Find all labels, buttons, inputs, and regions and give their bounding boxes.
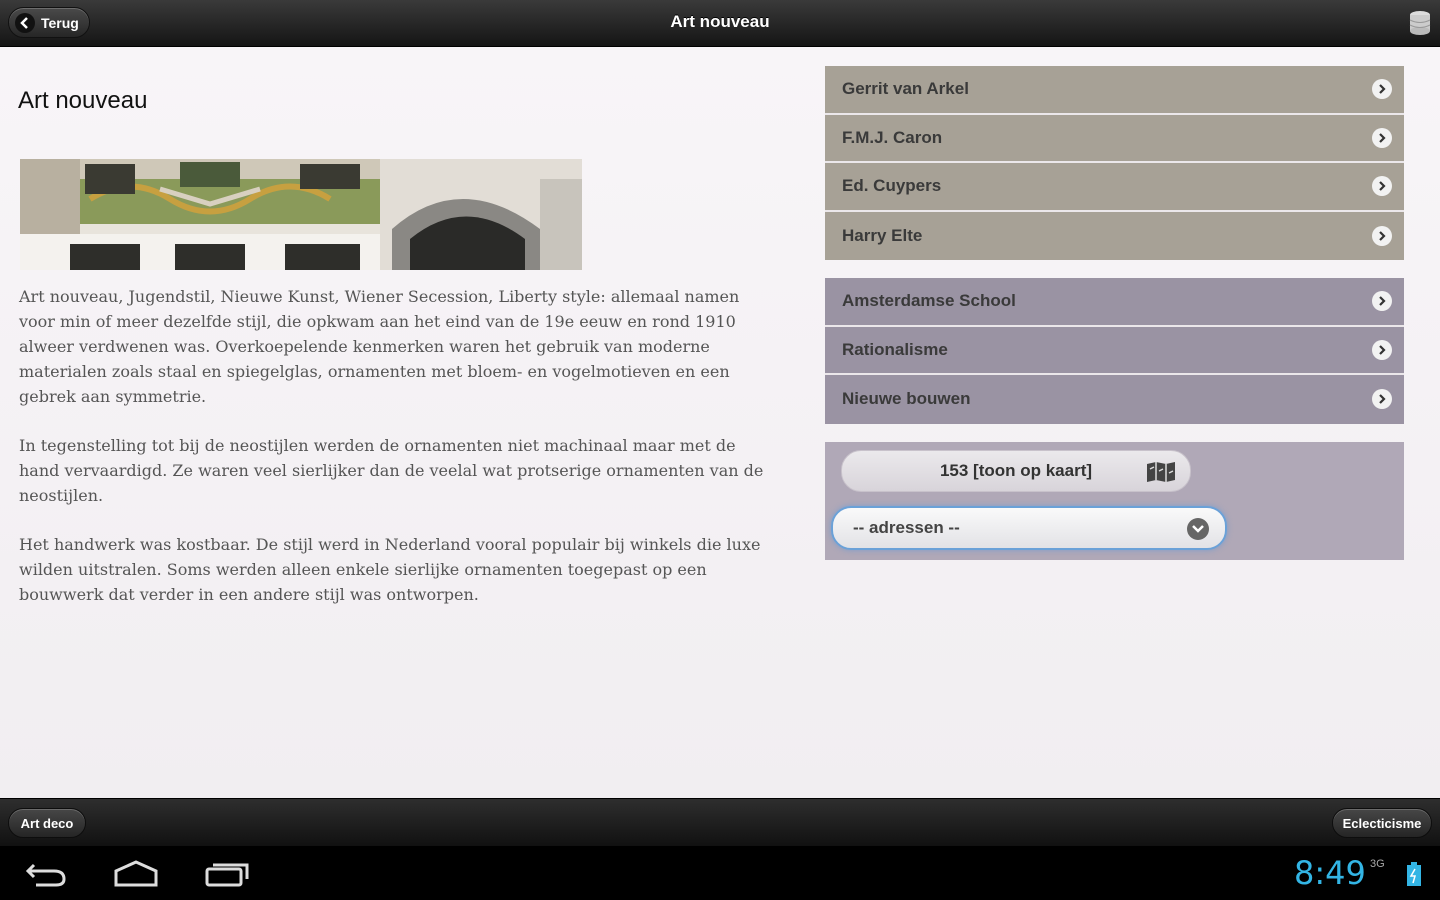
list-item-label: Harry Elte: [842, 225, 923, 245]
article-paragraph: Art nouveau, Jugendstil, Nieuwe Kunst, W…: [19, 287, 740, 406]
list-item-gerrit-van-arkel[interactable]: Gerrit van Arkel: [825, 66, 1404, 115]
address-select[interactable]: -- adressen --: [831, 506, 1227, 550]
arrow-right-icon: [1372, 79, 1392, 100]
arrow-right-icon: [1372, 339, 1392, 360]
article-paragraph: Het handwerk was kostbaar. De stijl werd…: [19, 535, 761, 604]
arrow-right-icon: [1372, 176, 1392, 197]
page-title: Art nouveau: [18, 87, 148, 114]
show-on-map-button[interactable]: 153 [toon op kaart]: [841, 450, 1191, 492]
hero-image: [20, 159, 582, 270]
list-item-fmj-caron[interactable]: F.M.J. Caron: [825, 114, 1404, 163]
address-select-value: -- adressen --: [853, 518, 960, 537]
system-navigation-bar: 8:49 3G: [0, 846, 1440, 900]
page-header-title: Art nouveau: [670, 12, 770, 31]
chevron-down-icon: [1187, 518, 1209, 540]
list-item-label: Ed. Cuypers: [842, 176, 942, 196]
header-bar: Terug Art nouveau: [0, 0, 1440, 47]
article-body: Art nouveau, Jugendstil, Nieuwe Kunst, W…: [19, 284, 779, 631]
list-item-harry-elte[interactable]: Harry Elte: [825, 211, 1404, 260]
battery-icon: [1406, 862, 1422, 891]
database-icon[interactable]: [1408, 10, 1432, 36]
arrow-right-icon: [1372, 291, 1392, 312]
previous-style-button[interactable]: Art deco: [8, 808, 86, 838]
list-item-label: Amsterdamse School: [842, 291, 1016, 311]
list-item-label: Nieuwe bouwen: [842, 389, 971, 409]
article-paragraph: In tegenstelling tot bij de neostijlen w…: [19, 436, 764, 505]
list-item-label: Rationalisme: [842, 339, 948, 359]
show-on-map-label: 153 [toon op kaart]: [939, 461, 1093, 480]
next-style-button[interactable]: Eclecticisme: [1332, 808, 1432, 838]
footer-bar: Art deco Eclecticisme: [0, 798, 1440, 846]
arrow-right-icon: [1372, 389, 1392, 410]
recent-apps-icon[interactable]: [204, 859, 250, 892]
list-item-nieuwe-bouwen[interactable]: Nieuwe bouwen: [825, 375, 1404, 424]
locations-panel: 153 [toon op kaart] -- adressen --: [825, 442, 1404, 560]
arrow-right-icon: [1372, 127, 1392, 148]
signal-indicator: 3G: [1370, 858, 1385, 870]
content-area: Art nouveau Art nouveau, Jugendstil, Nie…: [0, 47, 1440, 798]
styles-list: Amsterdamse School Rationalisme Nieuwe b…: [825, 278, 1404, 424]
list-item-rationalisme[interactable]: Rationalisme: [825, 326, 1404, 375]
back-nav-icon[interactable]: [24, 859, 68, 892]
architects-list: Gerrit van Arkel F.M.J. Caron Ed. Cuyper…: [825, 66, 1404, 260]
list-item-amsterdamse-school[interactable]: Amsterdamse School: [825, 278, 1404, 327]
arrow-right-icon: [1372, 225, 1392, 246]
status-clock: 8:49: [1294, 854, 1366, 892]
home-nav-icon[interactable]: [113, 859, 159, 892]
list-item-label: Gerrit van Arkel: [842, 79, 969, 99]
list-item-label: F.M.J. Caron: [842, 127, 943, 147]
list-item-ed-cuypers[interactable]: Ed. Cuypers: [825, 163, 1404, 212]
map-icon: [1146, 461, 1176, 488]
